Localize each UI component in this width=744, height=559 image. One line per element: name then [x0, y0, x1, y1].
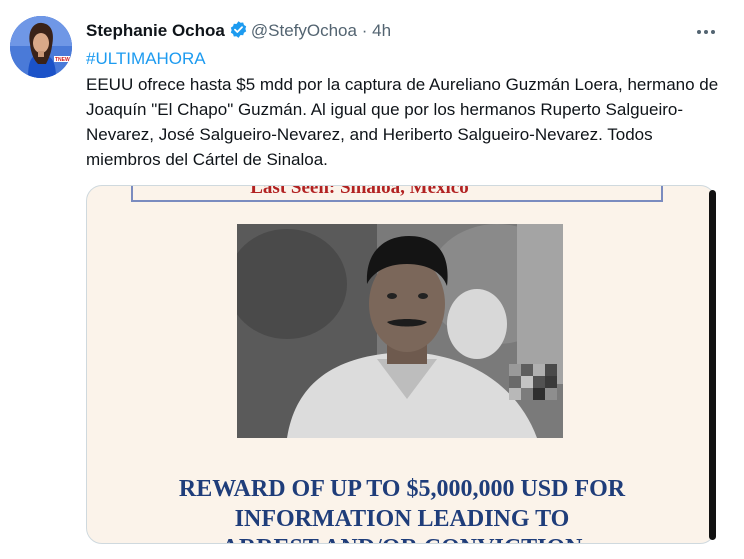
avatar[interactable]: TNEWS	[10, 16, 72, 78]
poster-reward-line-2: INFORMATION LEADING TO	[234, 506, 570, 532]
poster-reward-line-1: REWARD OF UP TO $5,000,000 USD FOR	[178, 476, 626, 502]
verified-badge-icon	[229, 20, 248, 45]
hashtag-link[interactable]: #ULTIMAHORA	[86, 47, 206, 71]
tweet-text: EEUU ofrece hasta $5 mdd por la captura …	[86, 75, 719, 169]
poster-last-seen: Last Seen: Sinaloa, Mexico	[250, 185, 469, 198]
separator-dot: ·	[361, 21, 368, 40]
more-options-icon[interactable]	[690, 22, 722, 42]
tweet-timestamp[interactable]: 4h	[372, 21, 391, 40]
author-handle[interactable]: @StefyOchoa	[251, 21, 357, 40]
svg-text:TNEWS: TNEWS	[55, 57, 72, 63]
author-name[interactable]: Stephanie Ochoa	[86, 21, 225, 40]
tweet-card[interactable]: TNEWS Stephanie Ochoa @StefyOchoa · 4h #U…	[0, 0, 744, 559]
tweet-header: Stephanie Ochoa @StefyOchoa · 4h	[86, 20, 391, 45]
poster-reward-line-3: ARREST AND/OR CONVICTION	[87, 535, 715, 543]
wanted-photo	[237, 224, 563, 438]
avatar-image: TNEWS	[10, 16, 72, 78]
media-scrollbar[interactable]	[709, 190, 716, 540]
tweet-media[interactable]: Last Seen: Sinaloa, Mexico REWARD OF UP …	[86, 185, 716, 544]
